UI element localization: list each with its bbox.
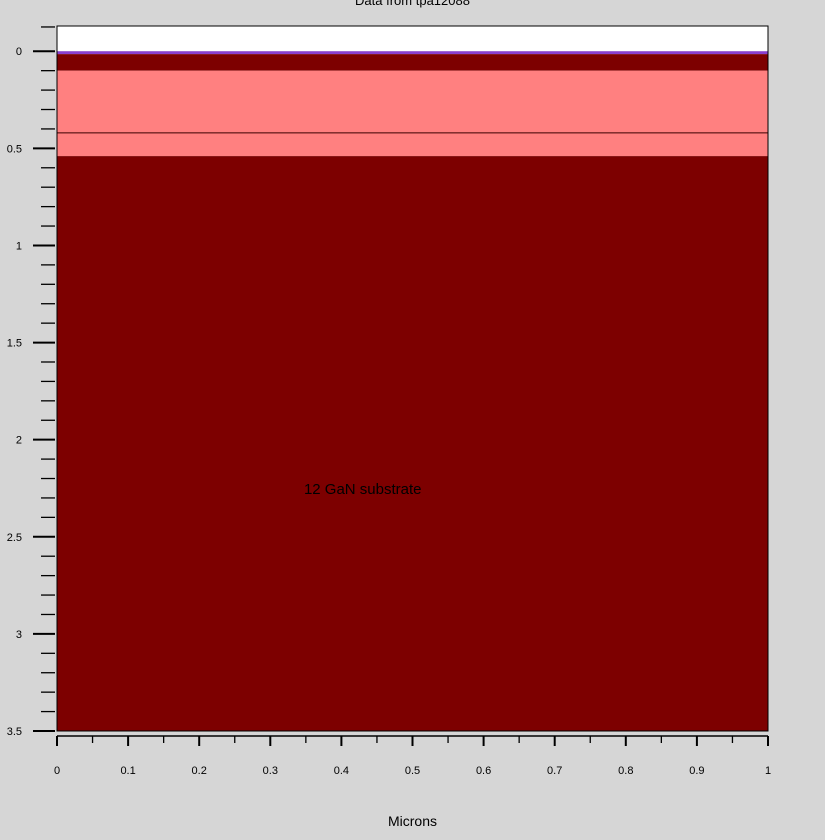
x-tick-label: 0.4 (334, 765, 349, 777)
y-tick-label: 0.5 (7, 143, 22, 155)
x-tick-label: 0.8 (618, 765, 633, 777)
x-tick-label: 0.3 (263, 765, 278, 777)
x-tick-label: 0 (54, 765, 60, 777)
y-tick-label: 1 (16, 240, 22, 252)
y-tick-label: 2.5 (7, 532, 22, 544)
y-tick-label: 3.5 (7, 726, 22, 738)
layer-2 (57, 54, 768, 71)
structure-plot[interactable]: 12 GaN substrate 0 0.1 0.2 0.3 0.4 0.5 0.6 0.7 0.… (0, 0, 825, 840)
top-gap-region (57, 26, 768, 52)
y-tick-label: 3 (16, 629, 22, 641)
x-axis-title: Microns (387, 813, 437, 829)
x-tick-label: 0.9 (689, 765, 704, 777)
x-tick-label: 0.6 (476, 765, 491, 777)
layer-1 (57, 51, 768, 55)
x-tick-label: 0.1 (120, 765, 135, 777)
x-tick-label: 0.2 (192, 765, 207, 777)
y-tick-label: 0 (16, 46, 22, 58)
x-tick-label: 0.5 (405, 765, 420, 777)
layer-4 (57, 156, 768, 731)
region-label-gan-substrate: 12 GaN substrate (304, 481, 422, 498)
y-tick-label: 1.5 (7, 338, 22, 350)
x-tick-label: 1 (765, 765, 771, 777)
layer-3 (57, 70, 768, 157)
x-tick-label: 0.7 (547, 765, 562, 777)
y-tick-label: 2 (16, 435, 22, 447)
